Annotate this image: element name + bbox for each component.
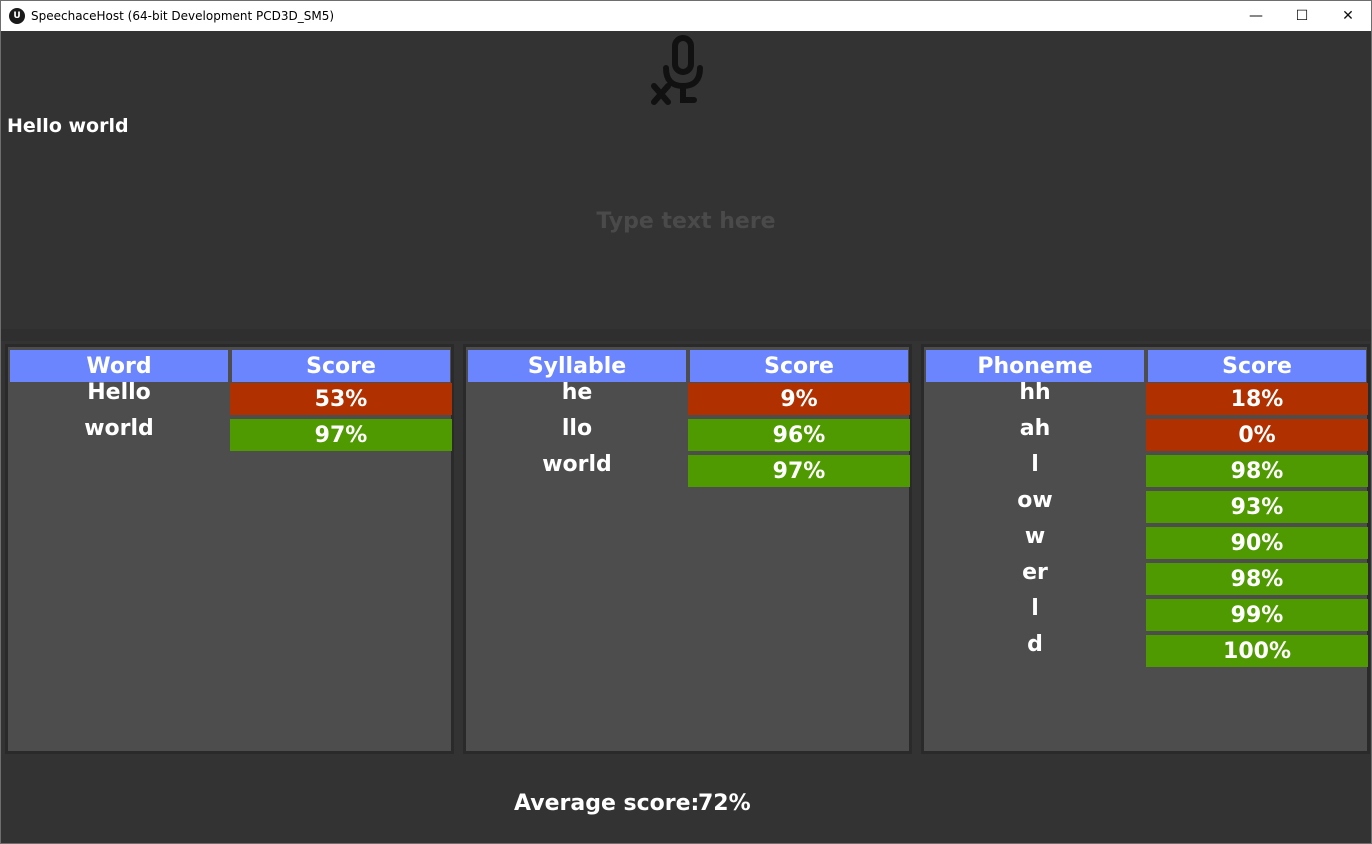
word-score-column-header: Score: [232, 350, 450, 382]
word-row-label: Hello: [87, 380, 151, 405]
syllable-row-score: 9%: [688, 383, 910, 415]
phoneme-row-score: 90%: [1146, 527, 1368, 559]
text-input[interactable]: [1, 201, 1371, 241]
phoneme-row-label: hh: [1019, 380, 1051, 405]
phoneme-row-label: l: [1031, 596, 1039, 621]
average-score-value: 72%: [698, 791, 751, 816]
word-row-score: 97%: [230, 419, 452, 451]
phoneme-row-score: 99%: [1146, 599, 1368, 631]
phoneme-row-score: 100%: [1146, 635, 1368, 667]
phoneme-column-header: Phoneme: [926, 350, 1144, 382]
input-area: Hello world: [1, 31, 1371, 329]
target-text-label: Hello world: [7, 115, 129, 137]
unreal-logo-icon: U: [9, 8, 25, 24]
phoneme-row-score: 93%: [1146, 491, 1368, 523]
syllable-row-label: llo: [561, 416, 593, 441]
divider: [1, 329, 1371, 341]
syllable-column-header: Syllable: [468, 350, 686, 382]
microphone-muted-icon[interactable]: [646, 34, 720, 108]
syllable-row-label: he: [561, 380, 593, 405]
syllable-score-column-header: Score: [690, 350, 908, 382]
word-score-panel: Word Score Hello 53% world 97%: [5, 344, 454, 754]
window-title: SpeechaceHost (64-bit Development PCD3D_…: [31, 9, 335, 23]
syllable-row-score: 96%: [688, 419, 910, 451]
window-controls: — ☐ ✕: [1233, 1, 1371, 31]
average-score-label: Average score:: [514, 791, 700, 816]
phoneme-row-score: 98%: [1146, 563, 1368, 595]
phoneme-row-label: ow: [1017, 488, 1053, 513]
phoneme-row-score: 18%: [1146, 383, 1368, 415]
phoneme-row-label: d: [1027, 632, 1043, 657]
footer-bar: Average score: 72%: [1, 769, 1371, 843]
phoneme-row-score: 0%: [1146, 419, 1368, 451]
phoneme-score-panel: Phoneme Score hh 18% ah 0% l 98% ow 93% w 90% er 98…: [921, 344, 1370, 754]
phoneme-row-score: 98%: [1146, 455, 1368, 487]
close-button[interactable]: ✕: [1325, 1, 1371, 31]
word-row-score: 53%: [230, 383, 452, 415]
syllable-row-label: world: [542, 452, 612, 477]
minimize-button[interactable]: —: [1233, 1, 1279, 31]
phoneme-row-label: er: [1022, 560, 1048, 585]
phoneme-row-label: w: [1024, 524, 1046, 549]
syllable-row-score: 97%: [688, 455, 910, 487]
word-row-label: world: [84, 416, 154, 441]
phoneme-row-label: l: [1031, 452, 1039, 477]
maximize-button[interactable]: ☐: [1279, 1, 1325, 31]
title-bar[interactable]: U SpeechaceHost (64-bit Development PCD3…: [1, 1, 1371, 31]
word-column-header: Word: [10, 350, 228, 382]
phoneme-row-label: ah: [1019, 416, 1051, 441]
syllable-score-panel: Syllable Score he 9% llo 96% world 97%: [463, 344, 912, 754]
phoneme-score-column-header: Score: [1148, 350, 1366, 382]
app-window: U SpeechaceHost (64-bit Development PCD3…: [0, 0, 1372, 844]
